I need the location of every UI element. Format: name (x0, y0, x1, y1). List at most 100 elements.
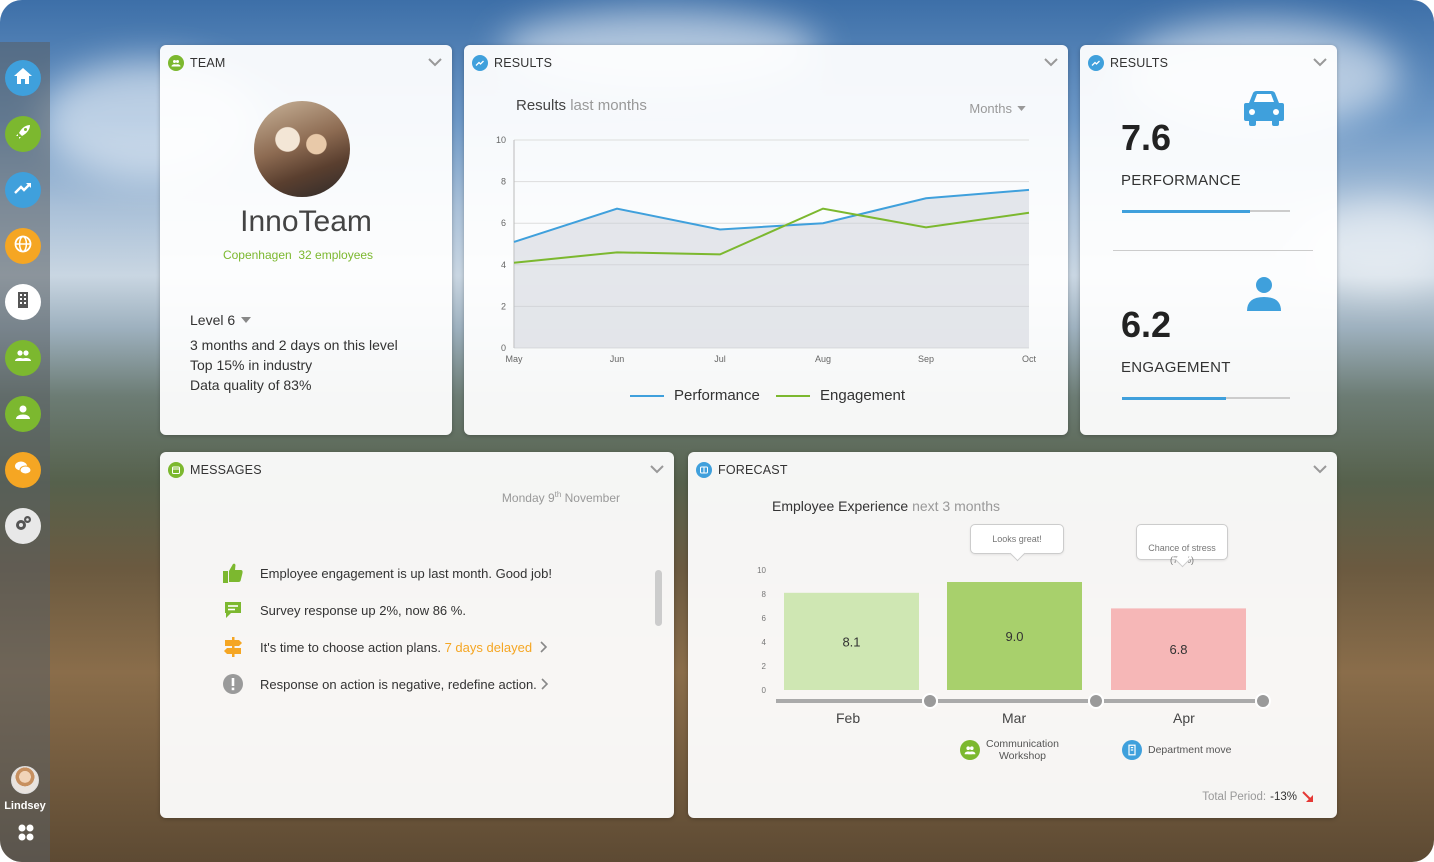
building-icon (1122, 740, 1142, 760)
results-chart-card: RESULTS Results last months Months 0 2 4 6 8… (464, 45, 1068, 435)
x-tick-label: Oct (1022, 354, 1037, 364)
y-tick-label: 0 (762, 686, 767, 695)
trending-up-icon (1088, 55, 1104, 71)
messages-card: MESSAGES Monday 9th November Employee en… (160, 452, 674, 818)
team-photo (254, 101, 350, 197)
building-icon (13, 290, 33, 315)
forecast-heading-muted: next 3 months (912, 498, 1001, 514)
period-select-value: Months (969, 101, 1012, 116)
chevron-down-icon[interactable] (1313, 464, 1327, 474)
month-label: Mar (1002, 710, 1027, 726)
industry-rank: Top 15% in industry (190, 357, 313, 373)
sidebar-item-settings[interactable] (5, 508, 41, 544)
engagement-progress-fill (1122, 396, 1227, 400)
signpost-icon (222, 636, 244, 658)
legend-performance: Performance (630, 387, 760, 404)
chevron-down-icon[interactable] (650, 464, 664, 474)
forecast-heading: Employee Experience next 3 months (772, 498, 1000, 514)
card-header: RESULTS (1088, 55, 1168, 71)
sidebar-item-global[interactable] (5, 228, 41, 264)
card-title: RESULTS (1110, 56, 1169, 70)
calendar-icon (168, 462, 184, 478)
message-item[interactable]: Employee engagement is up last month. Go… (222, 562, 552, 584)
message-text: It's time to choose action plans. 7 days… (260, 640, 532, 655)
y-tick-label: 10 (757, 566, 766, 575)
chevron-right-icon[interactable] (540, 641, 548, 653)
team-name: InnoTeam (240, 205, 372, 238)
message-highlight: 7 days delayed (444, 639, 533, 655)
caret-down-icon (1017, 106, 1026, 111)
people-icon (960, 740, 980, 760)
message-item[interactable]: Response on action is negative, redefine… (222, 673, 549, 695)
chevron-down-icon[interactable] (1313, 57, 1327, 67)
engagement-progress (1122, 396, 1290, 400)
message-item[interactable]: Survey response up 2%, now 86 %. (222, 599, 466, 621)
results-line-chart: 0 2 4 6 8 10 May Jun Jul Aug Sep Oct (496, 135, 1037, 364)
card-title: MESSAGES (190, 463, 262, 477)
date-ordinal: th (554, 490, 562, 499)
performance-progress (1122, 209, 1290, 213)
level-dropdown[interactable]: Level 6 (190, 312, 252, 328)
bar-value-label: 9.0 (1005, 629, 1023, 644)
sidebar-item-results[interactable] (5, 172, 41, 208)
x-tick-label: Aug (815, 354, 831, 364)
people-icon (168, 55, 184, 71)
card-header: RESULTS (472, 55, 552, 71)
y-tick-label: 10 (496, 135, 506, 145)
apps-icon[interactable] (15, 822, 37, 844)
action-label: Department move (1148, 744, 1232, 756)
user-profile[interactable]: Lindsey (0, 766, 50, 812)
chart-heading: Results last months (516, 97, 647, 114)
survey-icon (222, 599, 244, 621)
card-header: FORECAST (696, 462, 788, 478)
forecast-heading-main: Employee Experience (772, 498, 909, 514)
y-tick-label: 8 (501, 177, 506, 187)
sidebar-item-organization[interactable] (5, 284, 41, 320)
app-frame: Lindsey TEAM InnoTeam Copenhagen 32 empl… (0, 0, 1434, 862)
sidebar-item-messages[interactable] (5, 452, 41, 488)
divider (1113, 250, 1313, 251)
sidebar-item-team[interactable] (5, 340, 41, 376)
sidebar-item-profile[interactable] (5, 396, 41, 432)
y-tick-label: 6 (501, 218, 506, 228)
team-subtitle: Copenhagen 32 employees (160, 248, 436, 262)
globe-icon (13, 234, 33, 259)
alert-icon (222, 673, 244, 695)
message-text: Survey response up 2%, now 86 %. (260, 602, 466, 618)
y-tick-label: 8 (762, 590, 767, 599)
thumbs-up-icon (222, 562, 244, 584)
sidebar-item-launch[interactable] (5, 116, 41, 152)
period-select[interactable]: Months (969, 101, 1026, 116)
total-value: -13% (1270, 791, 1297, 803)
total-period: Total Period: -13% (1202, 790, 1315, 804)
message-main: It's time to choose action plans. (260, 639, 441, 655)
action-department-move[interactable]: Department move (1122, 740, 1231, 760)
card-title: FORECAST (718, 463, 788, 477)
chat-icon (13, 458, 33, 483)
date-month: November (564, 491, 620, 505)
action-label: Communication Workshop (986, 738, 1059, 762)
action-communication-workshop[interactable]: Communication Workshop (960, 738, 1059, 762)
forecast-tooltip: Chance of stress (72%) (1136, 524, 1228, 565)
y-tick-label: 4 (501, 260, 506, 270)
rocket-icon (13, 122, 33, 147)
sidebar-item-home[interactable] (5, 60, 41, 96)
chart-heading-muted: last months (570, 97, 647, 114)
sidebar: Lindsey (0, 42, 50, 862)
performance-progress-fill (1122, 209, 1250, 213)
person-icon (13, 402, 33, 427)
card-header: TEAM (168, 55, 226, 71)
message-item[interactable]: It's time to choose action plans. 7 days… (222, 636, 548, 658)
chevron-right-icon[interactable] (541, 678, 549, 690)
y-tick-label: 2 (762, 662, 767, 671)
chevron-down-icon[interactable] (428, 57, 442, 67)
chevron-down-icon[interactable] (1044, 57, 1058, 67)
data-quality: Data quality of 83% (190, 377, 312, 393)
level-label: Level 6 (190, 312, 236, 328)
messages-scrollbar[interactable] (655, 570, 662, 626)
person-icon (1247, 277, 1281, 311)
legend-engagement: Engagement (776, 387, 905, 404)
month-label: Apr (1173, 710, 1195, 726)
date-day: Monday 9 (501, 491, 555, 505)
trending-up-icon (13, 178, 33, 203)
